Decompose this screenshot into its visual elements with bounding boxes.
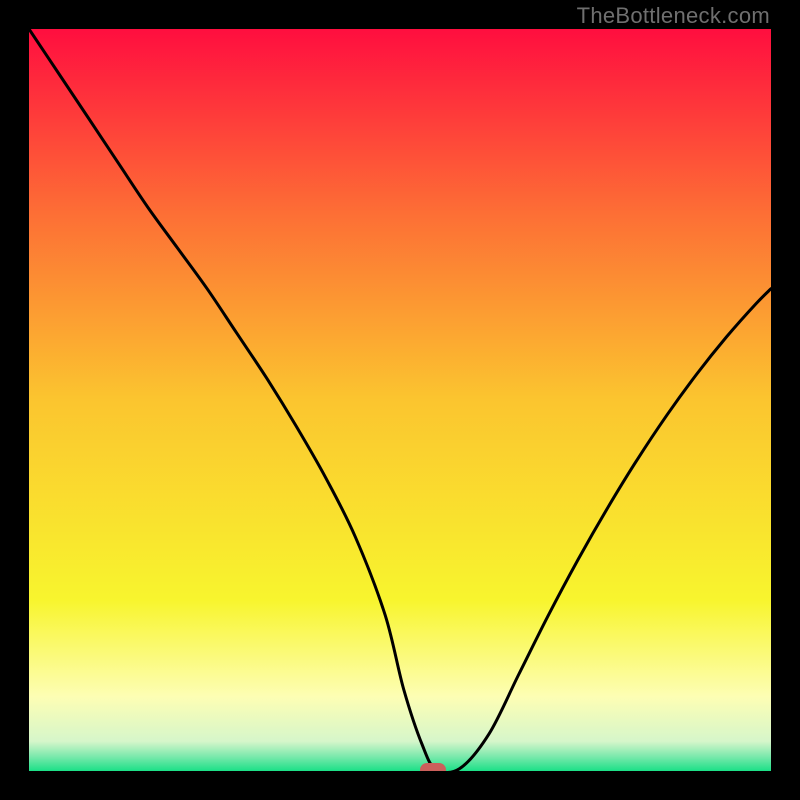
site-url-watermark: TheBottleneck.com bbox=[577, 3, 770, 29]
plot-area bbox=[29, 29, 771, 771]
bottleneck-curve bbox=[29, 29, 771, 771]
optimal-point-marker bbox=[420, 763, 446, 771]
curve-layer bbox=[29, 29, 771, 771]
chart-frame: TheBottleneck.com bbox=[0, 0, 800, 800]
